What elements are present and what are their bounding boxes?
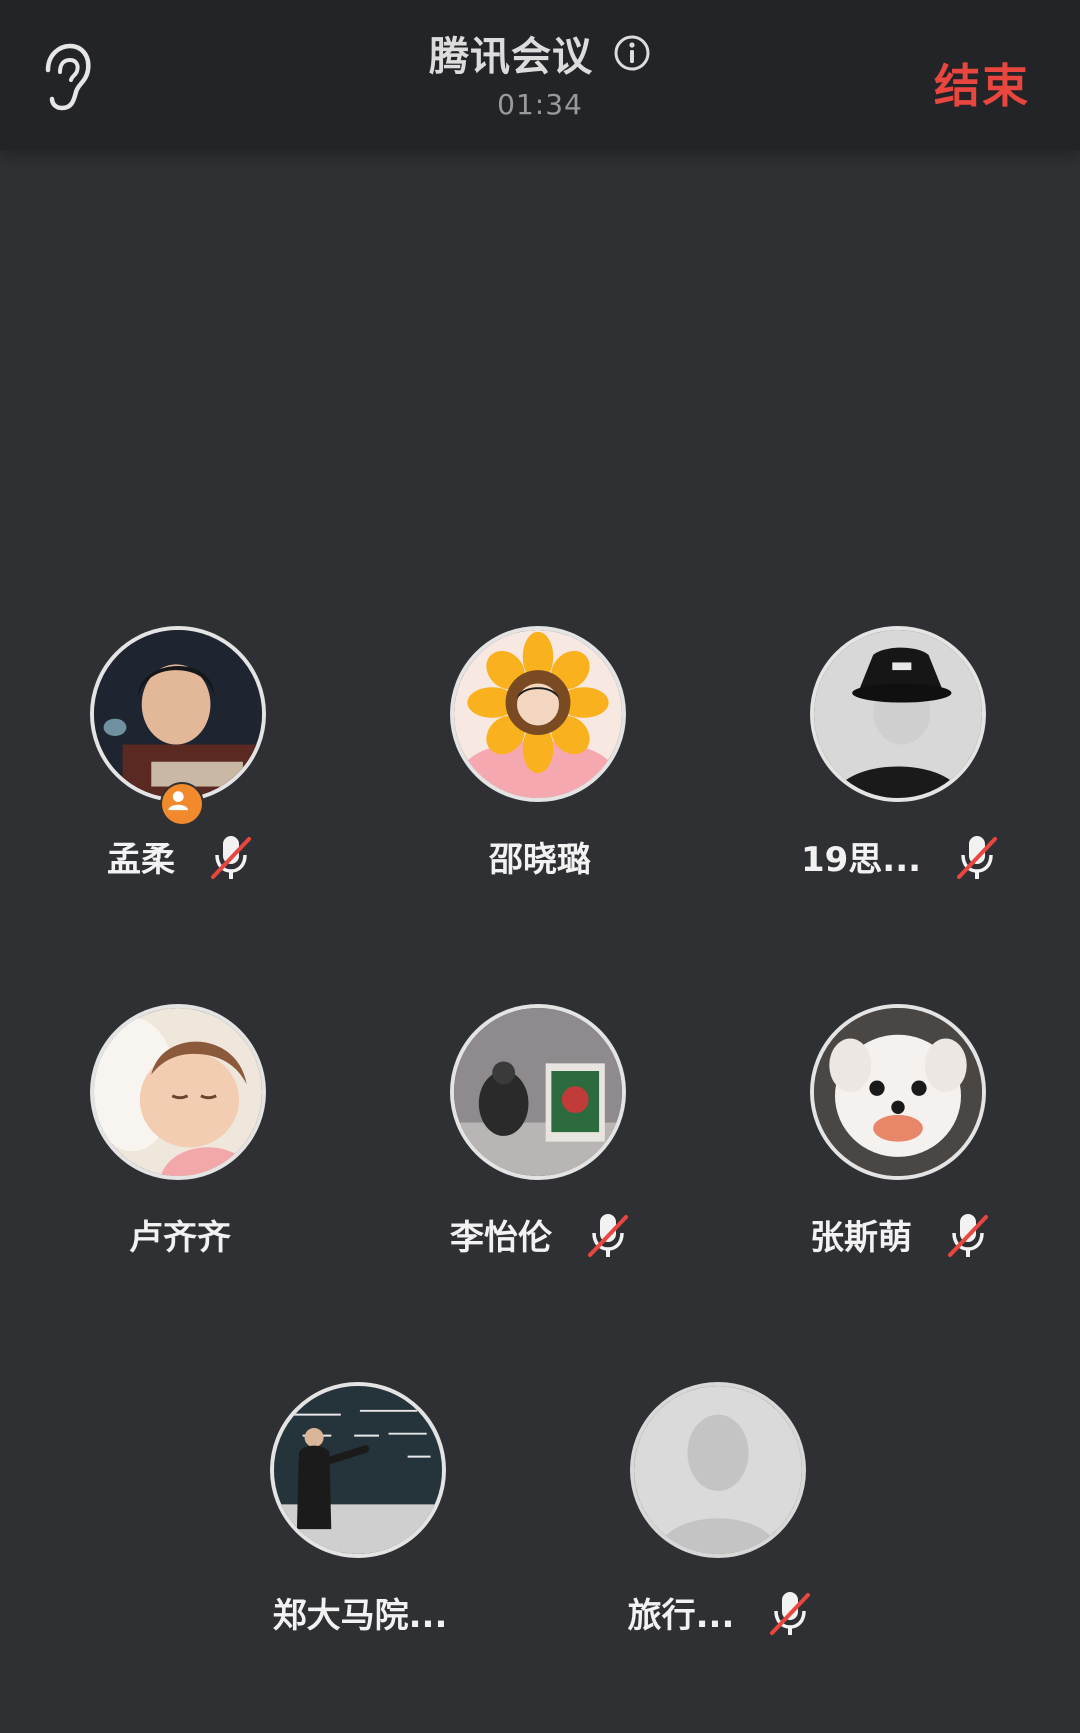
participant-name-row: 卢齐齐 [60, 1210, 300, 1259]
info-icon[interactable] [613, 34, 651, 72]
participant-tile[interactable]: 旅行... [600, 1382, 840, 1642]
avatar [90, 1004, 266, 1180]
participant-name-row: 张斯萌 [780, 1210, 1020, 1259]
avatar [90, 626, 266, 802]
host-badge [160, 782, 204, 826]
avatar-bucket-hat-icon [814, 630, 982, 798]
participant-name: 孟柔 [107, 840, 175, 880]
avatar [630, 1382, 806, 1558]
end-meeting-button[interactable]: 结束 [934, 50, 1030, 116]
participant-tile[interactable]: 19思... [780, 626, 1020, 886]
participant-name: 卢齐齐 [129, 1218, 231, 1258]
mic-off-icon [770, 1591, 811, 1635]
avatar-photo-icon [94, 630, 262, 798]
participant-name: 19思... [800, 840, 922, 880]
meeting-screen: 腾讯会议 01:34 结束 孟柔 邵晓璐 19思... 卢齐齐 李怡伦 张斯萌 … [0, 0, 1080, 1733]
mic-off-icon [948, 1213, 988, 1257]
avatar [450, 626, 626, 802]
participant-name-row: 邵晓璐 [420, 832, 660, 881]
avatar [450, 1004, 626, 1180]
avatar [810, 626, 986, 802]
mic-off-icon [211, 835, 251, 879]
participant-name: 邵晓璐 [489, 840, 591, 880]
top-bar: 腾讯会议 01:34 结束 [0, 0, 1080, 150]
avatar [270, 1382, 446, 1558]
participant-name-row: 郑大马院... [240, 1588, 480, 1637]
avatar [810, 1004, 986, 1180]
participant-name: 郑大马院... [272, 1596, 448, 1636]
avatar-baby-icon [94, 1008, 262, 1176]
avatar-teacher-icon [274, 1386, 442, 1554]
avatar-gallery-icon [454, 1008, 622, 1176]
meeting-title-block: 腾讯会议 01:34 [0, 24, 1080, 121]
participant-tile[interactable]: 邵晓璐 [420, 626, 660, 886]
participant-name-row: 孟柔 [60, 832, 300, 881]
participant-name-row: 旅行... [600, 1588, 840, 1637]
participant-tile[interactable]: 卢齐齐 [60, 1004, 300, 1264]
participant-tile[interactable]: 郑大马院... [240, 1382, 480, 1642]
meeting-title: 腾讯会议 [429, 34, 593, 80]
meeting-timer: 01:34 [497, 88, 583, 121]
participant-name-row: 李怡伦 [420, 1210, 660, 1259]
mic-off-icon [957, 835, 998, 879]
participant-tile[interactable]: 李怡伦 [420, 1004, 660, 1264]
participant-name: 旅行... [627, 1596, 735, 1636]
avatar-dog-icon [814, 1008, 982, 1176]
participant-name: 李怡伦 [450, 1218, 552, 1258]
mic-off-icon [588, 1213, 628, 1257]
participant-name: 张斯萌 [810, 1218, 912, 1258]
default-person-icon [634, 1386, 802, 1554]
host-icon [168, 791, 189, 811]
participant-tile[interactable]: 孟柔 [60, 626, 300, 886]
participant-name-row: 19思... [780, 832, 1020, 881]
avatar-sunflower-icon [454, 630, 622, 798]
participant-tile[interactable]: 张斯萌 [780, 1004, 1020, 1264]
